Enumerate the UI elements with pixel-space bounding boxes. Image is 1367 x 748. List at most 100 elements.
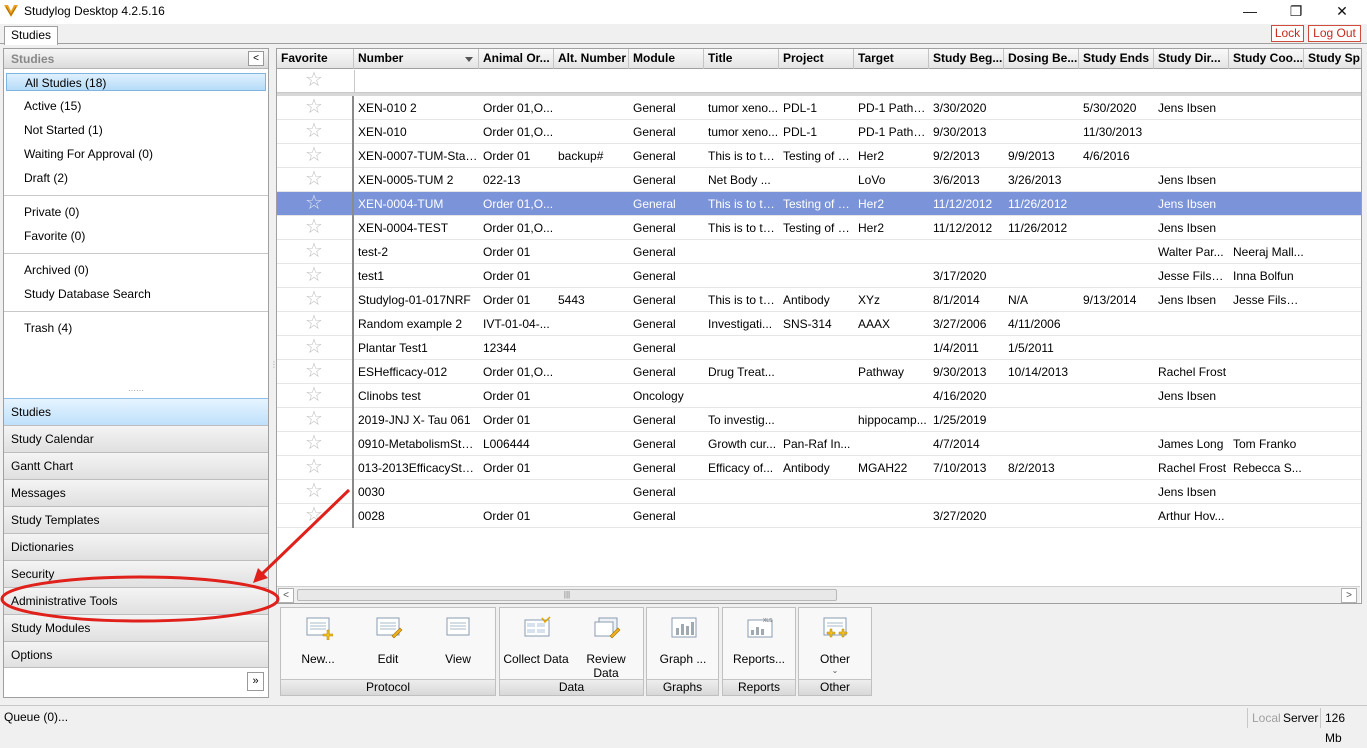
- favorite-star-icon[interactable]: ☆: [305, 505, 323, 525]
- other-button[interactable]: Other ⌄: [802, 612, 868, 676]
- favorite-star-icon[interactable]: ☆: [305, 361, 323, 381]
- favorite-star-icon[interactable]: ☆: [305, 433, 323, 453]
- reports-button[interactable]: XLS Reports...: [726, 612, 792, 676]
- column-header-module[interactable]: Module: [629, 49, 704, 69]
- graph-button[interactable]: Graph ...: [650, 612, 716, 676]
- table-row[interactable]: ☆ 0028 Order 01 General 3/27/2020 Arthur Hov.…: [277, 504, 1361, 528]
- nav-messages[interactable]: Messages: [4, 479, 268, 506]
- filter-favorite[interactable]: Favorite (0): [24, 227, 85, 245]
- column-header-project[interactable]: Project: [779, 49, 854, 69]
- nav-studies[interactable]: Studies: [4, 398, 268, 425]
- column-header-study-ends[interactable]: Study Ends: [1079, 49, 1154, 69]
- favorite-star-icon[interactable]: ☆: [305, 409, 323, 429]
- column-header-title[interactable]: Title: [704, 49, 779, 69]
- favorite-star-icon[interactable]: ☆: [305, 385, 323, 405]
- table-row[interactable]: ☆ Clinobs test Order 01 Oncology 4/16/2020 Je…: [277, 384, 1361, 408]
- panel-splitter-grip[interactable]: ······: [4, 387, 268, 395]
- scrollbar-thumb[interactable]: |||: [297, 589, 837, 601]
- favorite-star-icon[interactable]: ☆: [305, 289, 323, 309]
- column-header-study-coordinator[interactable]: Study Coo...: [1229, 49, 1304, 69]
- filter-private[interactable]: Private (0): [24, 203, 79, 221]
- favorite-star-icon[interactable]: ☆: [305, 97, 323, 117]
- table-row[interactable]: ☆ 2019-JNJ X- Tau 061 Order 01 General To in…: [277, 408, 1361, 432]
- tab-studies[interactable]: Studies: [4, 26, 59, 45]
- scroll-right-button[interactable]: >: [1341, 588, 1357, 603]
- lock-button[interactable]: Lock: [1271, 25, 1304, 42]
- favorite-star-icon[interactable]: ☆: [305, 145, 323, 165]
- column-header-number[interactable]: Number: [354, 49, 479, 69]
- review-data-button[interactable]: Review Data: [573, 612, 639, 680]
- cell-animal: Order 01: [483, 413, 531, 427]
- column-header-study-begins[interactable]: Study Beg...: [929, 49, 1004, 69]
- column-header-dosing-begins[interactable]: Dosing Be...: [1004, 49, 1079, 69]
- cell-project: Testing of SD: [783, 149, 854, 163]
- table-row[interactable]: ☆ XEN-0005-TUM 2 022-13 General Net Body ...…: [277, 168, 1361, 192]
- table-row[interactable]: ☆ 0910-MetabolismStudy L006444 General Growt…: [277, 432, 1361, 456]
- more-nav-button[interactable]: »: [247, 672, 264, 691]
- view-protocol-button[interactable]: View: [425, 612, 491, 676]
- cell-title: [704, 336, 779, 360]
- table-row[interactable]: ☆ Plantar Test1 12344 General 1/4/2011 1/5/20…: [277, 336, 1361, 360]
- table-row[interactable]: ☆ XEN-0004-TUM Order 01,O... General This is…: [277, 192, 1361, 216]
- favorite-star-icon[interactable]: ☆: [305, 337, 323, 357]
- column-header-animal-order[interactable]: Animal Or...: [479, 49, 554, 69]
- table-row[interactable]: ☆ XEN-0004-TEST Order 01,O... General This i…: [277, 216, 1361, 240]
- filter-all-studies[interactable]: All Studies (18): [6, 73, 266, 91]
- filter-not-started[interactable]: Not Started (1): [24, 121, 103, 139]
- column-header-favorite[interactable]: Favorite: [277, 49, 354, 69]
- collapse-panel-button[interactable]: <: [248, 51, 264, 66]
- table-row[interactable]: ☆ Studylog-01-017NRF Order 01 5443 General Th…: [277, 288, 1361, 312]
- vertical-splitter-grip[interactable]: ⋮: [270, 360, 278, 380]
- nav-security[interactable]: Security: [4, 560, 268, 587]
- collect-data-button[interactable]: Collect Data: [503, 612, 569, 676]
- maximize-button[interactable]: ❐: [1273, 0, 1319, 24]
- table-row[interactable]: ☆ test-2 Order 01 General Walter Par... Neera…: [277, 240, 1361, 264]
- filter-waiting-for-approval[interactable]: Waiting For Approval (0): [24, 145, 153, 163]
- column-header-study-sponsor[interactable]: Study Sp: [1304, 49, 1361, 69]
- table-row[interactable]: ☆ ESHefficacy-012 Order 01,O... General Drug…: [277, 360, 1361, 384]
- favorite-star-icon[interactable]: ☆: [305, 265, 323, 285]
- table-row[interactable]: ☆ 0030 General Jens Ibsen: [277, 480, 1361, 504]
- edit-protocol-button[interactable]: Edit: [355, 612, 421, 676]
- close-button[interactable]: ✕: [1319, 0, 1365, 24]
- column-header-target[interactable]: Target: [854, 49, 929, 69]
- favorite-star-icon[interactable]: ☆: [305, 481, 323, 501]
- table-row[interactable]: ☆ Random example 2 IVT-01-04-... General Inv…: [277, 312, 1361, 336]
- nav-administrative-tools[interactable]: Administrative Tools: [4, 587, 268, 614]
- favorite-star-icon[interactable]: ☆: [305, 457, 323, 477]
- cell-begin: 9/2/2013: [933, 149, 980, 163]
- table-row[interactable]: ☆ test1 Order 01 General 3/17/2020 Jesse Fils…: [277, 264, 1361, 288]
- horizontal-scrollbar[interactable]: < ||| >: [277, 586, 1360, 603]
- nav-gantt-chart[interactable]: Gantt Chart: [4, 452, 268, 479]
- minimize-button[interactable]: —: [1227, 0, 1273, 24]
- column-header-study-director[interactable]: Study Dir...: [1154, 49, 1229, 69]
- view-document-icon: [446, 617, 470, 636]
- nav-dictionaries[interactable]: Dictionaries: [4, 533, 268, 560]
- filter-study-database-search[interactable]: Study Database Search: [24, 285, 151, 303]
- nav-options[interactable]: Options: [4, 641, 268, 668]
- filter-draft[interactable]: Draft (2): [24, 169, 68, 187]
- favorite-star-icon[interactable]: ☆: [305, 193, 323, 213]
- grid-filter-input[interactable]: [354, 70, 1361, 92]
- nav-study-calendar[interactable]: Study Calendar: [4, 425, 268, 452]
- scroll-left-button[interactable]: <: [278, 588, 294, 603]
- favorite-star-icon[interactable]: ☆: [305, 169, 323, 189]
- filter-active[interactable]: Active (15): [24, 97, 81, 115]
- column-header-alt-number[interactable]: Alt. Number: [554, 49, 629, 69]
- table-row[interactable]: ☆ 013-2013EfficacyStudy Order 01 General Ef…: [277, 456, 1361, 480]
- new-protocol-button[interactable]: New...: [285, 612, 351, 676]
- favorite-star-icon[interactable]: ☆: [305, 313, 323, 333]
- table-row[interactable]: ☆ XEN-010 2 Order 01,O... General tumor xeno…: [277, 96, 1361, 120]
- favorite-star-icon[interactable]: ☆: [305, 217, 323, 237]
- favorite-filter-star-icon[interactable]: ☆: [305, 70, 323, 90]
- filter-archived[interactable]: Archived (0): [24, 261, 89, 279]
- nav-study-templates[interactable]: Study Templates: [4, 506, 268, 533]
- table-row[interactable]: ☆ XEN-010 Order 01,O... General tumor xeno..…: [277, 120, 1361, 144]
- grid-filter-row: ☆: [277, 69, 1361, 93]
- table-row[interactable]: ☆ XEN-0007-TUM-Stand... Order 01 backup# Gen…: [277, 144, 1361, 168]
- filter-trash[interactable]: Trash (4): [24, 319, 72, 337]
- favorite-star-icon[interactable]: ☆: [305, 121, 323, 141]
- favorite-star-icon[interactable]: ☆: [305, 241, 323, 261]
- logout-button[interactable]: Log Out: [1308, 25, 1361, 42]
- nav-study-modules[interactable]: Study Modules: [4, 614, 268, 641]
